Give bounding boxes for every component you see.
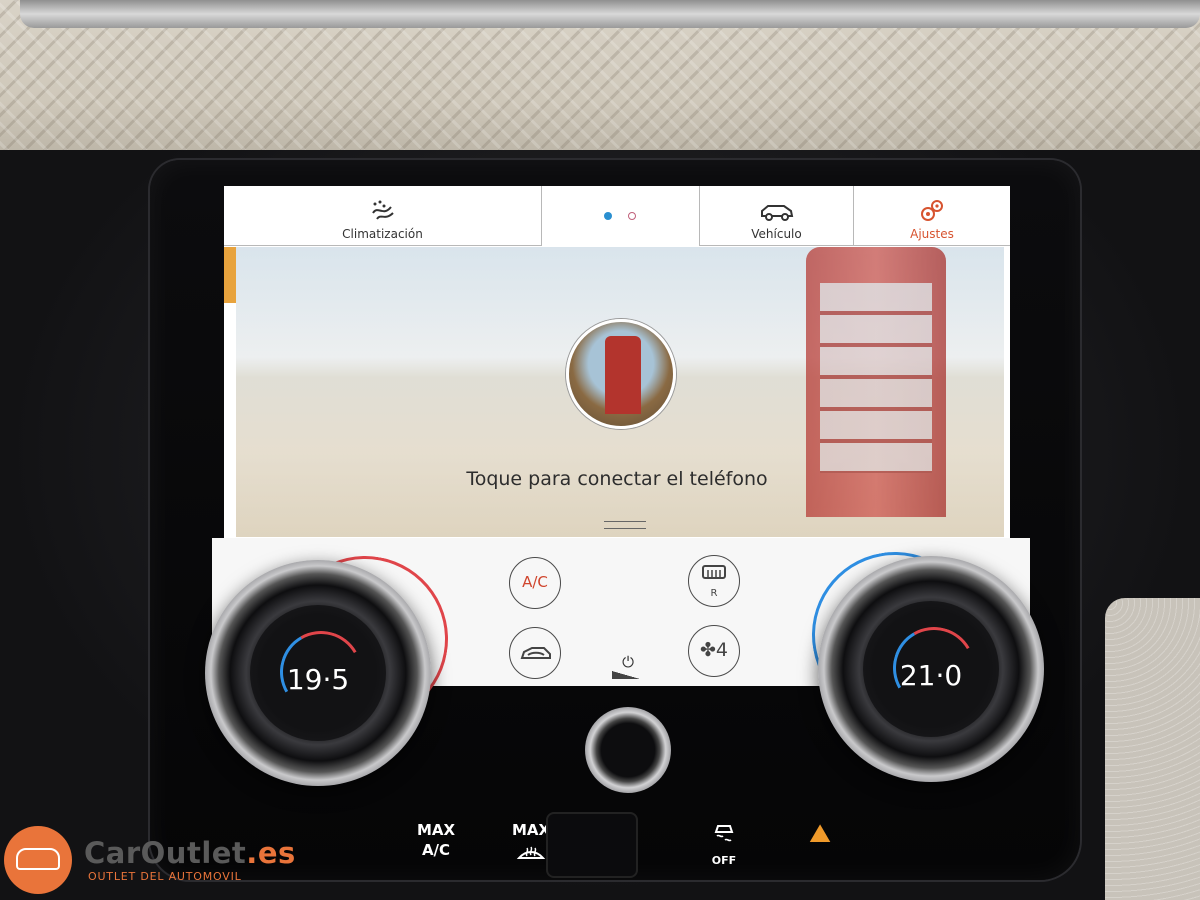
page-indicator[interactable] [604,212,644,222]
left-temperature-dial[interactable]: 19·5 [205,560,431,786]
infotainment-screen: Climatización Vehículo Ajustes Toque par… [224,186,1010,546]
max-ac-line2: A/C [421,841,451,859]
vent-outlet [546,812,638,878]
max-ac-line1: MAX [416,821,456,839]
booth-windows [820,283,932,473]
mini-phone-booth [605,336,641,414]
fan-icon: ✤ [699,639,716,661]
left-temperature-value: 19·5 [286,663,350,696]
center-knob[interactable] [585,707,671,793]
tab-climatizacion-label: Climatización [342,227,423,241]
car-logo-icon [16,848,60,870]
traction-control-button[interactable]: OFF [694,820,754,871]
fan-speed-value: 4 [715,639,728,661]
tab-vehiculo[interactable]: Vehículo [699,186,854,246]
page-dot-inactive[interactable] [628,212,636,220]
car-side-icon [760,205,793,221]
watermark-brand-tld: .es [246,836,296,870]
terrain-response-icon[interactable]: ⛰ [800,821,840,847]
windshield-defrost-icon [516,846,546,859]
page-dot-active[interactable] [604,212,612,220]
tab-ajustes-label: Ajustes [910,227,954,241]
recirculation-button[interactable] [509,627,561,679]
seat-upholstery [1105,598,1200,900]
tab-ajustes[interactable]: Ajustes [854,186,1010,246]
fan-speed-button[interactable]: ✤4 [688,625,740,677]
rear-defrost-label: R [710,588,718,599]
watermark-brand-main: CarOutlet [84,836,247,870]
ac-button[interactable]: A/C [509,557,561,609]
right-dial-face: 21·0 [863,601,999,737]
connect-phone-prompt[interactable]: Toque para conectar el teléfono [224,468,1010,490]
dashboard-trim [0,0,1200,165]
left-dial-face: 19·5 [250,605,386,741]
gears-icon [921,200,943,221]
max-ac-button[interactable]: MAX A/C [406,820,466,860]
rear-defrost-button[interactable]: R [688,555,740,607]
tab-vehiculo-label: Vehículo [751,227,802,241]
watermark-brand: CarOutlet.es [84,836,296,870]
phone-connect-image[interactable] [566,319,676,429]
right-temperature-value: 21·0 [899,659,963,692]
chrome-strip [20,0,1200,28]
max-defrost-line1: MAX [511,821,551,839]
car-recirculation-icon [520,647,551,659]
right-temperature-dial[interactable]: 21·0 [818,556,1044,782]
tab-climatizacion[interactable]: Climatización [224,186,542,246]
traction-off-label: OFF [711,854,737,867]
power-level-ramp [612,671,640,679]
fan-airflow-icon [371,200,394,220]
watermark-tagline: OUTLET DEL AUTOMOVIL [88,870,242,883]
traction-control-icon [714,825,734,842]
drag-handle[interactable] [604,521,646,529]
